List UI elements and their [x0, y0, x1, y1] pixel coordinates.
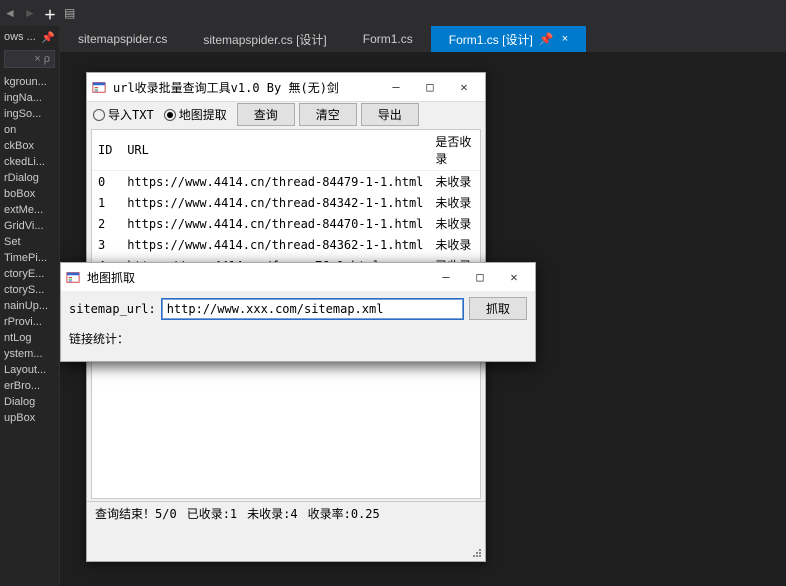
dialog-title: 地图抓取 — [87, 269, 429, 286]
context-icon[interactable]: ▤ — [64, 6, 78, 20]
status-rate: 收录率:0.25 — [308, 505, 380, 522]
form-icon — [65, 269, 81, 285]
cell-status: 未收录 — [429, 213, 480, 234]
cell-url: https://www.4414.cn/thread-84470-1-1.htm… — [121, 213, 429, 234]
main-form-toolbar: 导入TXT 地图提取 查询 清空 导出 — [87, 101, 485, 127]
map-fetch-dialog: 地图抓取 — □ ✕ sitemap_url: 抓取 链接统计： — [60, 262, 536, 362]
cell-id: 1 — [92, 192, 121, 213]
status-bar: 查询结束！5/0 已收录:1 未收录:4 收录率:0.25 — [87, 501, 485, 525]
toolbox-item[interactable]: ctoryS... — [0, 282, 59, 298]
toolbox-item[interactable]: Layout... — [0, 362, 59, 378]
toolbox-item[interactable]: ystem... — [0, 346, 59, 362]
toolbox-item[interactable]: nainUp... — [0, 298, 59, 314]
main-form-title: url收录批量查询工具v1.0 By 無(无)剑 — [113, 79, 379, 96]
toolbox-item[interactable]: upBox — [0, 410, 59, 426]
dialog-minimize-button[interactable]: — — [429, 266, 463, 288]
toolbox-header: ows ... — [4, 31, 36, 43]
toolbox-item[interactable]: ckedLi... — [0, 154, 59, 170]
toolbox-item[interactable]: ingSo... — [0, 106, 59, 122]
fetch-button[interactable]: 抓取 — [469, 297, 527, 320]
toolbox-item[interactable]: rDialog — [0, 170, 59, 186]
document-tab[interactable]: sitemapspider.cs — [60, 26, 185, 52]
table-row[interactable]: 3https://www.4414.cn/thread-84362-1-1.ht… — [92, 234, 480, 255]
toolbox-item[interactable]: on — [0, 122, 59, 138]
sitemap-url-input[interactable] — [162, 299, 463, 319]
cell-status: 未收录 — [429, 234, 480, 255]
document-tab[interactable]: Form1.cs — [345, 26, 431, 52]
table-row[interactable]: 2https://www.4414.cn/thread-84470-1-1.ht… — [92, 213, 480, 234]
link-stats-label: 链接统计： — [69, 330, 129, 347]
toolbox-item[interactable]: Set — [0, 234, 59, 250]
nav-back-icon[interactable]: ◄ — [4, 6, 18, 20]
status-indexed: 已收录:1 — [187, 505, 237, 522]
sitemap-url-label: sitemap_url: — [69, 302, 156, 316]
cell-id: 2 — [92, 213, 121, 234]
tab-pin-icon[interactable]: 📌 — [539, 32, 554, 46]
search-clear-icon[interactable]: × — [34, 53, 40, 65]
cell-id: 0 — [92, 171, 121, 193]
table-row[interactable]: 0https://www.4414.cn/thread-84479-1-1.ht… — [92, 171, 480, 193]
toolbox-item[interactable]: Dialog — [0, 394, 59, 410]
cell-url: https://www.4414.cn/thread-84362-1-1.htm… — [121, 234, 429, 255]
toolbox-panel: ows ... 📌 × ρ kgroun...ingNa...ingSo...o… — [0, 26, 60, 586]
dialog-maximize-button[interactable]: □ — [463, 266, 497, 288]
export-button[interactable]: 导出 — [361, 103, 419, 126]
pin-icon[interactable]: 📌 — [41, 31, 55, 44]
toolbox-item[interactable]: boBox — [0, 186, 59, 202]
toolbox-item[interactable]: ckBox — [0, 138, 59, 154]
toolbox-search[interactable]: × ρ — [4, 50, 55, 68]
cell-id: 3 — [92, 234, 121, 255]
document-tab[interactable]: Form1.cs [设计]📌× — [431, 26, 586, 52]
col-id[interactable]: ID — [92, 130, 121, 171]
designer-surface: url收录批量查询工具v1.0 By 無(无)剑 — □ ✕ 导入TXT 地图提… — [60, 52, 786, 586]
minimize-button[interactable]: — — [379, 76, 413, 98]
radio-import-txt[interactable]: 导入TXT — [93, 106, 154, 123]
status-notindexed: 未收录:4 — [247, 505, 297, 522]
dialog-titlebar[interactable]: 地图抓取 — □ ✕ — [61, 263, 535, 291]
main-form-titlebar[interactable]: url收录批量查询工具v1.0 By 無(无)剑 — □ ✕ — [87, 73, 485, 101]
maximize-button[interactable]: □ — [413, 76, 447, 98]
col-url[interactable]: URL — [121, 130, 429, 171]
toolbox-item[interactable]: TimePi... — [0, 250, 59, 266]
query-button[interactable]: 查询 — [237, 103, 295, 126]
cell-url: https://www.4414.cn/thread-84342-1-1.htm… — [121, 192, 429, 213]
clear-button[interactable]: 清空 — [299, 103, 357, 126]
document-tabs: sitemapspider.cssitemapspider.cs [设计]For… — [60, 26, 786, 52]
cell-url: https://www.4414.cn/thread-84479-1-1.htm… — [121, 171, 429, 193]
toolbox-item[interactable]: kgroun... — [0, 74, 59, 90]
status-done: 查询结束！5/0 — [95, 505, 177, 522]
toolbox-item[interactable]: rProvi... — [0, 314, 59, 330]
tab-close-icon[interactable]: × — [562, 33, 568, 45]
table-row[interactable]: 1https://www.4414.cn/thread-84342-1-1.ht… — [92, 192, 480, 213]
toolbox-item[interactable]: erBro... — [0, 378, 59, 394]
dialog-close-button[interactable]: ✕ — [497, 266, 531, 288]
toolbox-item[interactable]: extMe... — [0, 202, 59, 218]
close-button[interactable]: ✕ — [447, 76, 481, 98]
toolbox-item[interactable]: ctoryE... — [0, 266, 59, 282]
toolbox-item[interactable]: GridVi... — [0, 218, 59, 234]
document-tab[interactable]: sitemapspider.cs [设计] — [185, 26, 344, 52]
toolbox-item[interactable]: ntLog — [0, 330, 59, 346]
cell-status: 未收录 — [429, 192, 480, 213]
cell-status: 未收录 — [429, 171, 480, 193]
form-icon — [91, 79, 107, 95]
col-status[interactable]: 是否收录 — [429, 130, 480, 171]
radio-map-extract[interactable]: 地图提取 — [164, 106, 227, 123]
toolbox-item[interactable]: ingNa... — [0, 90, 59, 106]
nav-fwd-icon[interactable]: ► — [24, 6, 38, 20]
new-item-icon[interactable]: ＋ — [44, 6, 58, 20]
resize-grip-icon[interactable] — [471, 547, 483, 559]
vs-toolbar: ◄ ► ＋ ▤ — [0, 0, 786, 26]
